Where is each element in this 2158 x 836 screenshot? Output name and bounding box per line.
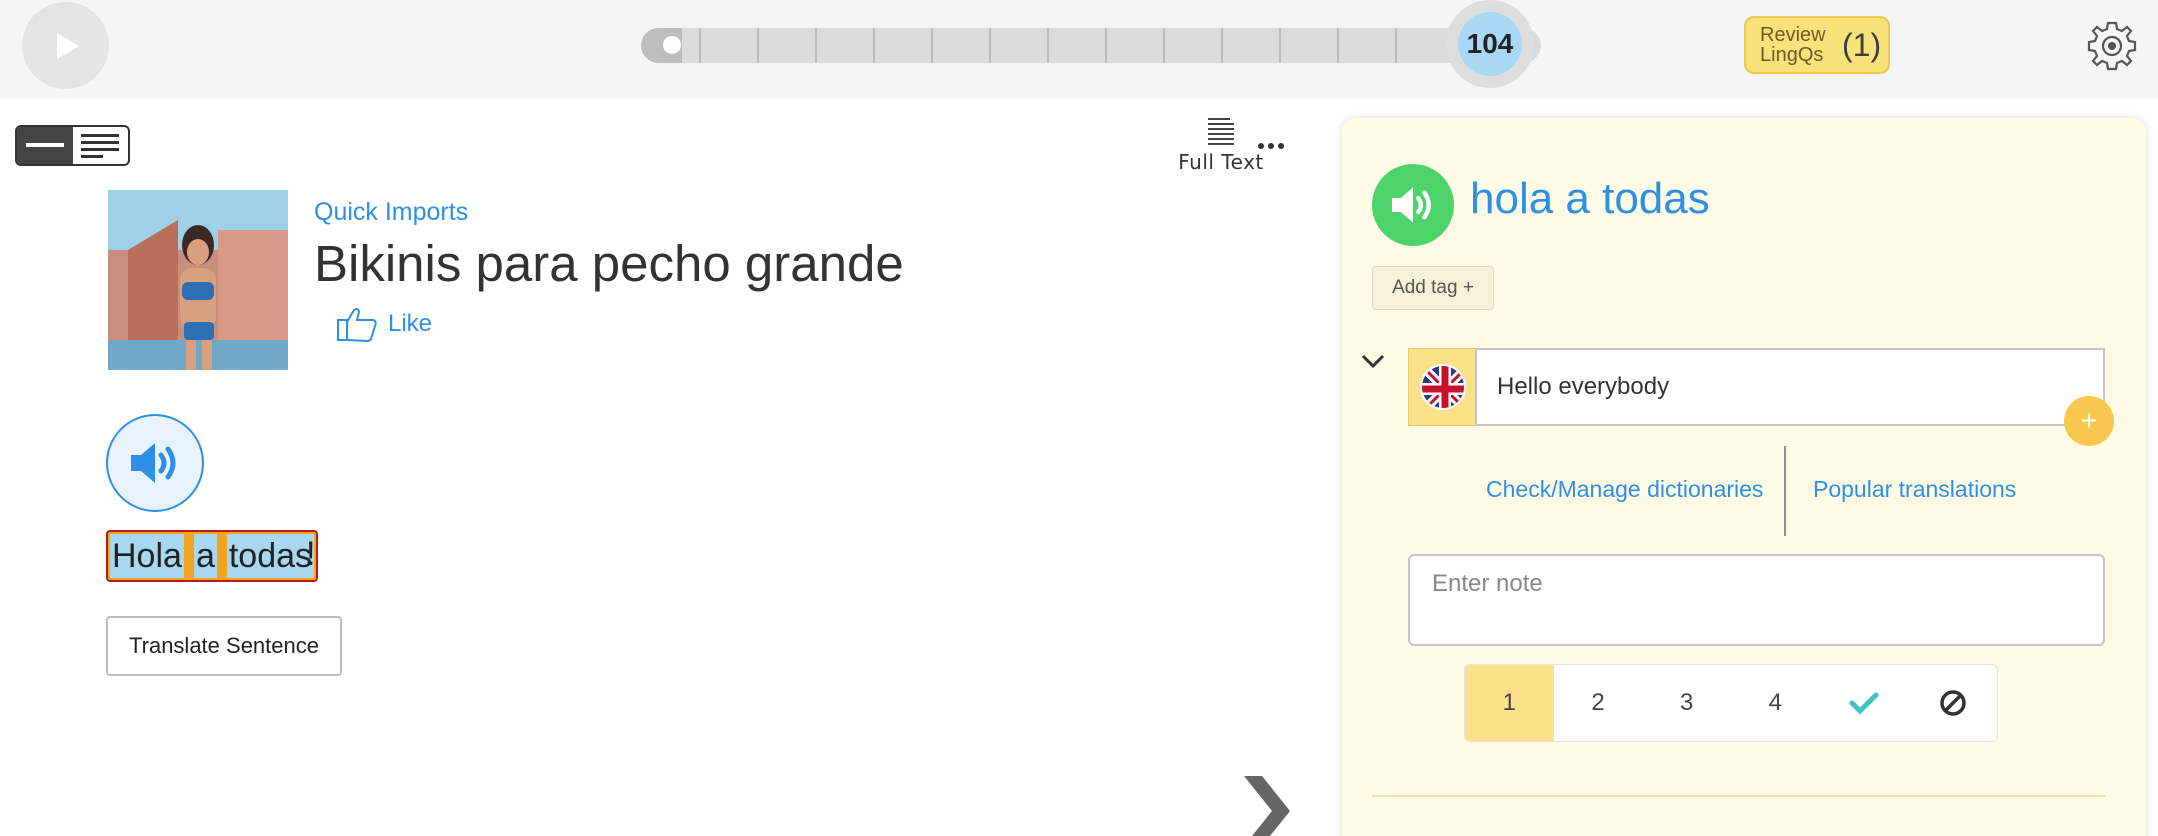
sentence-mode-button[interactable] xyxy=(17,127,73,164)
like-label: Like xyxy=(388,310,433,337)
speaker-icon xyxy=(1392,187,1431,223)
level-number: 104 xyxy=(1458,12,1522,76)
word-todas[interactable]: todas xyxy=(226,534,315,578)
more-icon-dot xyxy=(1268,143,1274,149)
more-icon-dot xyxy=(1278,143,1284,149)
word-panel: hola a todas Add tag + Hello everybody +… xyxy=(1342,118,2146,836)
status-1-button[interactable]: 1 xyxy=(1465,665,1554,741)
uk-flag-icon xyxy=(1419,364,1466,410)
highlighted-sentence[interactable]: Hola a todas xyxy=(106,530,319,582)
progress-tick xyxy=(1105,28,1107,63)
panel-divider xyxy=(1372,795,2105,797)
course-link[interactable]: Quick Imports xyxy=(314,198,468,227)
more-options-button[interactable] xyxy=(1256,136,1286,156)
full-text-label: Full Text xyxy=(1178,150,1264,174)
status-3-button[interactable]: 3 xyxy=(1642,665,1731,741)
progress-tick xyxy=(873,28,875,63)
speaker-icon xyxy=(131,443,176,483)
settings-button[interactable] xyxy=(2084,18,2140,74)
like-button[interactable]: Like xyxy=(336,306,432,342)
chevron-down-icon[interactable] xyxy=(1360,352,1386,372)
more-icon xyxy=(1258,143,1264,149)
check-icon xyxy=(1849,692,1879,715)
lesson-reader: 104 Review LingQs (1) Full Text Quick Im… xyxy=(0,0,2158,836)
popular-translations-link[interactable]: Popular translations xyxy=(1813,476,2016,503)
add-tag-button[interactable]: Add tag + xyxy=(1372,266,1494,310)
full-text-icon xyxy=(1208,118,1234,145)
sentence-punctuation: ! xyxy=(306,535,316,573)
progress-tick xyxy=(757,28,759,63)
sentence-mode-icon xyxy=(25,142,64,147)
language-selector[interactable] xyxy=(1408,348,1476,426)
word-gap xyxy=(216,534,227,578)
progress-tick xyxy=(1337,28,1339,63)
term-audio-button[interactable] xyxy=(1372,164,1454,246)
level-badge: 104 xyxy=(1446,0,1534,88)
progress-tick xyxy=(1047,28,1049,63)
add-translation-button[interactable]: + xyxy=(2064,396,2114,446)
review-lingqs-button[interactable]: Review LingQs (1) xyxy=(1744,16,1890,74)
manage-dictionaries-link[interactable]: Check/Manage dictionaries xyxy=(1486,476,1763,503)
top-bar: 104 Review LingQs (1) xyxy=(0,0,2158,99)
links-divider xyxy=(1784,446,1786,536)
lesson-progress-bar[interactable] xyxy=(641,28,1541,63)
play-icon xyxy=(56,32,79,59)
progress-tick xyxy=(1279,28,1281,63)
word-gap xyxy=(183,534,194,578)
word-a[interactable]: a xyxy=(193,534,217,578)
progress-tick xyxy=(815,28,817,63)
review-label: Review LingQs xyxy=(1760,24,1826,66)
progress-knob[interactable] xyxy=(663,36,681,54)
progress-tick xyxy=(1395,28,1397,63)
lesson-title: Bikinis para pecho grande xyxy=(314,235,904,292)
status-selector: 1 2 3 4 xyxy=(1464,664,1998,742)
translation-input[interactable]: Hello everybody xyxy=(1475,348,2105,426)
status-4-button[interactable]: 4 xyxy=(1731,665,1820,741)
word-hola[interactable]: Hola xyxy=(110,534,184,578)
progress-tick xyxy=(1163,28,1165,63)
progress-tick xyxy=(989,28,991,63)
note-field[interactable]: Enter note xyxy=(1408,554,2105,646)
progress-tick xyxy=(931,28,933,63)
ignore-icon xyxy=(1939,690,1966,716)
progress-tick xyxy=(699,28,701,63)
view-mode-toggle[interactable] xyxy=(15,125,130,166)
next-arrow-icon[interactable] xyxy=(1240,776,1294,836)
sentence-audio-button[interactable] xyxy=(106,414,204,512)
play-button[interactable] xyxy=(22,2,109,89)
page-mode-button[interactable] xyxy=(73,127,129,164)
thumbs-up-icon xyxy=(337,307,377,342)
ignore-status-button[interactable] xyxy=(1908,665,1997,741)
lesson-thumbnail xyxy=(108,190,288,370)
page-mode-icon xyxy=(81,133,120,158)
lesson-image xyxy=(108,190,288,370)
review-count: (1) xyxy=(1842,26,1882,63)
term-title: hola a todas xyxy=(1470,174,1710,223)
known-status-button[interactable] xyxy=(1820,665,1909,741)
gear-icon xyxy=(2087,21,2137,71)
status-2-button[interactable]: 2 xyxy=(1554,665,1643,741)
progress-tick xyxy=(1221,28,1223,63)
translate-sentence-button[interactable]: Translate Sentence xyxy=(106,616,342,676)
